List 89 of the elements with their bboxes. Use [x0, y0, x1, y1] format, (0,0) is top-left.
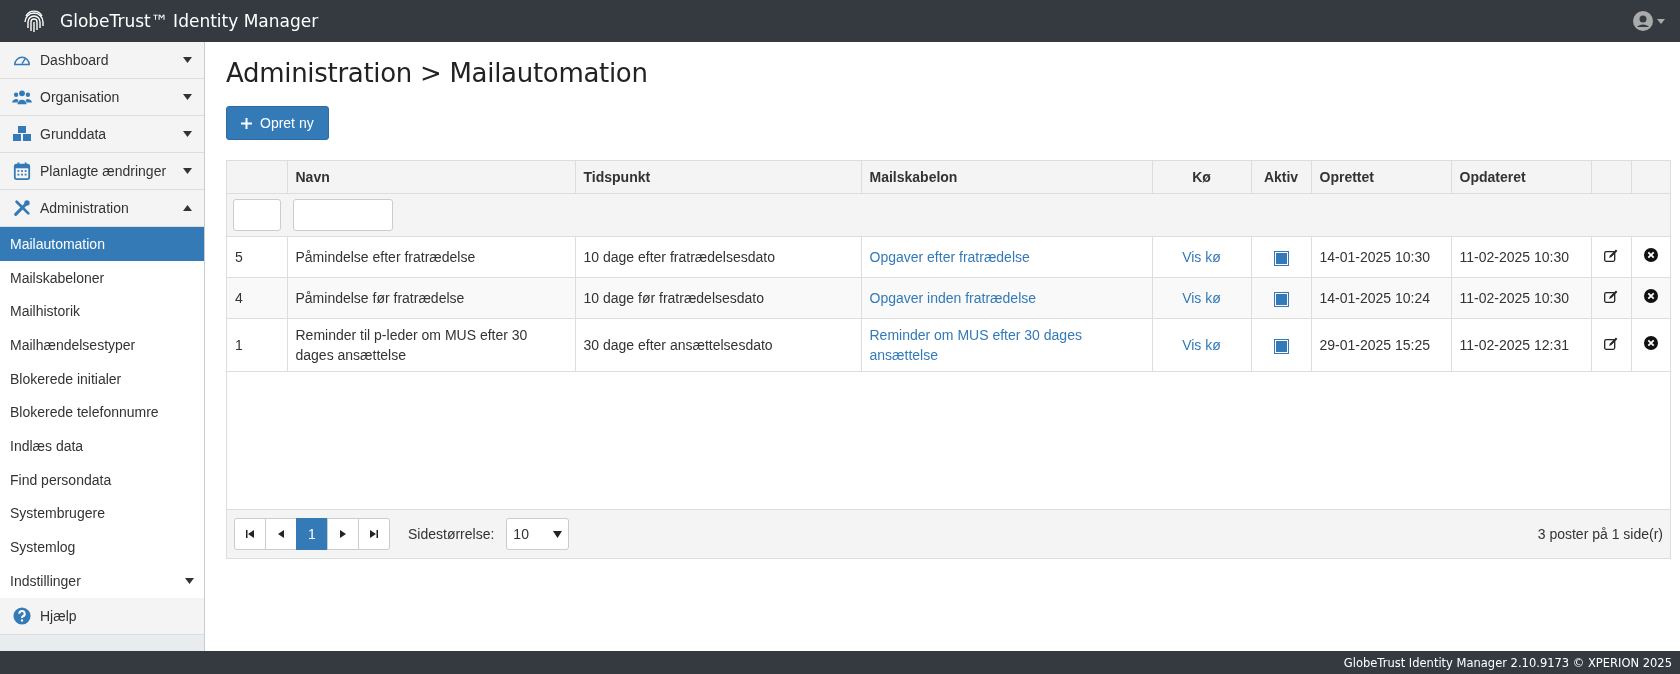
sidebar-item[interactable]: Mailautomation: [0, 227, 204, 261]
table-cell: 11-02-2025 10:30: [1451, 236, 1591, 278]
sidebar-item[interactable]: Mailskabeloner: [0, 260, 204, 295]
column-header: Aktiv: [1251, 161, 1311, 194]
help-label: Hjælp: [40, 607, 77, 624]
create-button[interactable]: Opret ny: [226, 106, 329, 140]
queue-link[interactable]: Vis kø: [1182, 249, 1221, 265]
table-cell: 5: [227, 236, 287, 278]
sidebar-item[interactable]: Find persondata: [0, 462, 204, 497]
delete-icon[interactable]: [1643, 248, 1658, 262]
sidebar-item[interactable]: Mailhistorik: [0, 294, 204, 329]
tools-icon: [12, 199, 32, 217]
table-cell: 14-01-2025 10:30: [1311, 236, 1451, 278]
sidebar-item[interactable]: Blokerede initialer: [0, 361, 204, 396]
sidebar-item[interactable]: Mailhændelsestyper: [0, 328, 204, 362]
page-size-dropdown[interactable]: 10: [506, 518, 570, 550]
sidebar-group[interactable]: Planlagte ændringer: [0, 153, 204, 190]
sidebar-group-label: Organisation: [40, 89, 120, 105]
sidebar-group[interactable]: Dashboard: [0, 42, 204, 79]
table-cell: Påmindelse før fratrædelse: [287, 277, 575, 319]
sidebar-group[interactable]: Administration: [0, 190, 204, 227]
sidebar-group[interactable]: Grunddata: [0, 116, 204, 153]
previous-page-button[interactable]: [265, 518, 297, 550]
fingerprint-icon: [22, 8, 46, 34]
next-icon: [340, 530, 346, 538]
app-title: GlobeTrust™ Identity Manager: [60, 11, 319, 31]
sidebar-item[interactable]: Systemlog: [0, 530, 204, 564]
sidebar-submenu-label: Indstillinger: [10, 572, 81, 589]
caret-icon: [1657, 18, 1665, 24]
column-header: Navn: [287, 161, 575, 194]
page-size-label: Sidestørrelse:: [408, 526, 495, 542]
template-link[interactable]: Opgaver efter fratrædelse: [869, 247, 1144, 267]
plus-icon: [241, 117, 252, 129]
user-avatar-icon: [1633, 11, 1653, 31]
people-icon: [12, 88, 32, 106]
checkbox[interactable]: [1273, 250, 1289, 266]
table-cell: Påmindelse efter fratrædelse: [287, 236, 575, 278]
column-header: Opdateret: [1451, 161, 1591, 194]
last-page-button[interactable]: [358, 518, 390, 550]
edit-icon[interactable]: [1604, 337, 1618, 350]
column-header: Kø: [1152, 161, 1251, 194]
last-page-icon: [370, 530, 378, 538]
calendar-icon: [12, 162, 32, 180]
previous-icon: [278, 530, 284, 538]
filter-field[interactable]: [233, 199, 281, 231]
template-link[interactable]: Reminder om MUS efter 30 dages ansættelse: [869, 325, 1144, 365]
delete-icon[interactable]: [1643, 336, 1658, 350]
sidebar-group-label: Administration: [40, 200, 129, 216]
sidebar-item[interactable]: Blokerede telefonnumre: [0, 395, 204, 430]
table-cell: 29-01-2025 15:25: [1311, 318, 1451, 372]
table-cell: 11-02-2025 12:31: [1451, 318, 1591, 372]
first-page-button[interactable]: [234, 518, 266, 550]
first-page-icon: [246, 530, 254, 538]
table-cell: 30 dage efter ansættelsesdato: [575, 318, 861, 372]
checkbox[interactable]: [1273, 291, 1289, 307]
column-header: Oprettet: [1311, 161, 1451, 194]
edit-icon[interactable]: [1604, 290, 1618, 303]
table-cell: 10 dage før fratrædelsesdato: [575, 277, 861, 319]
delete-icon[interactable]: [1643, 289, 1658, 303]
record-summary: 3 poster på 1 side(r): [1537, 526, 1663, 542]
queue-link[interactable]: Vis kø: [1182, 290, 1221, 306]
help-icon: [12, 606, 32, 625]
sidebar-group-label: Grunddata: [40, 126, 107, 142]
column-header: Mailskabelon: [861, 161, 1152, 194]
edit-icon[interactable]: [1604, 249, 1618, 262]
sidebar-item[interactable]: Indlæs data: [0, 429, 204, 463]
next-page-button[interactable]: [327, 518, 359, 550]
sidebar-group[interactable]: Organisation: [0, 79, 204, 116]
caret-icon: [553, 530, 563, 538]
filter-field[interactable]: [293, 199, 393, 231]
sidebar-submenu[interactable]: Indstillinger: [0, 563, 204, 598]
user-menu[interactable]: [1633, 11, 1665, 31]
table-cell: 14-01-2025 10:24: [1311, 277, 1451, 319]
column-header: Tidspunkt: [575, 161, 861, 194]
cubes-icon: [12, 125, 32, 143]
page-button[interactable]: 1: [296, 518, 328, 550]
sidebar-group-label: Dashboard: [40, 52, 109, 68]
page-title: Administration > Mailautomation: [226, 58, 649, 88]
sidebar-item[interactable]: Systembrugere: [0, 496, 204, 531]
help-link[interactable]: Hjælp: [0, 597, 204, 635]
table-cell: 4: [227, 277, 287, 319]
queue-link[interactable]: Vis kø: [1182, 337, 1221, 353]
footer-text: GlobeTrust Identity Manager 2.10.9173 © XPERION 2025: [0, 651, 1680, 674]
table-cell: Reminder til p-leder om MUS efter 30 dages ansættelse: [287, 318, 575, 372]
sidebar-group-label: Planlagte ændringer: [40, 163, 167, 179]
table-cell: 11-02-2025 10:30: [1451, 277, 1591, 319]
checkbox[interactable]: [1273, 338, 1289, 354]
table-cell: 1: [227, 318, 287, 372]
table-cell: 10 dage efter fratrædelsesdato: [575, 236, 861, 278]
